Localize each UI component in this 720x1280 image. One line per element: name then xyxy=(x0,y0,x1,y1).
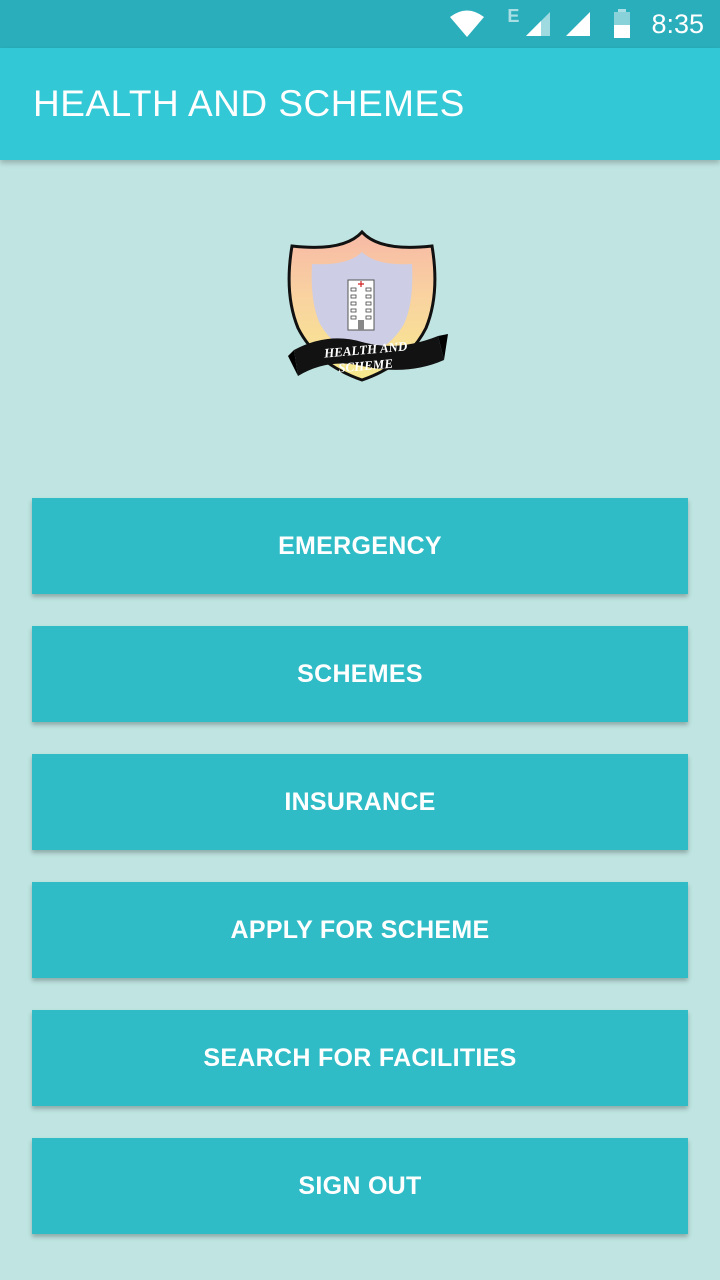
page-title: HEALTH AND SCHEMES xyxy=(33,83,465,124)
apply-for-scheme-button[interactable]: APPLY FOR SCHEME xyxy=(32,882,688,978)
search-for-facilities-button[interactable]: SEARCH FOR FACILITIES xyxy=(32,1010,688,1106)
insurance-button[interactable]: INSURANCE xyxy=(32,754,688,850)
status-time: 8:35 xyxy=(651,8,704,39)
schemes-button[interactable]: SCHEMES xyxy=(32,626,688,722)
main-menu: EMERGENCY SCHEMES INSURANCE APPLY FOR SC… xyxy=(32,498,688,1266)
shield-logo-icon: HEALTH AND SCHEME xyxy=(287,229,448,382)
sign-out-button[interactable]: SIGN OUT xyxy=(32,1138,688,1234)
wifi-icon xyxy=(450,10,485,37)
battery-icon xyxy=(614,9,631,38)
network-type-label: E xyxy=(507,6,520,26)
status-icons: E 8:35 xyxy=(435,0,704,48)
status-bar: E 8:35 xyxy=(0,0,720,48)
emergency-button[interactable]: EMERGENCY xyxy=(32,498,688,594)
app-bar: HEALTH AND SCHEMES xyxy=(0,48,720,160)
signal-strength-icon-2 xyxy=(566,12,591,36)
app-logo: HEALTH AND SCHEME xyxy=(258,224,458,394)
signal-strength-icon xyxy=(526,12,551,36)
